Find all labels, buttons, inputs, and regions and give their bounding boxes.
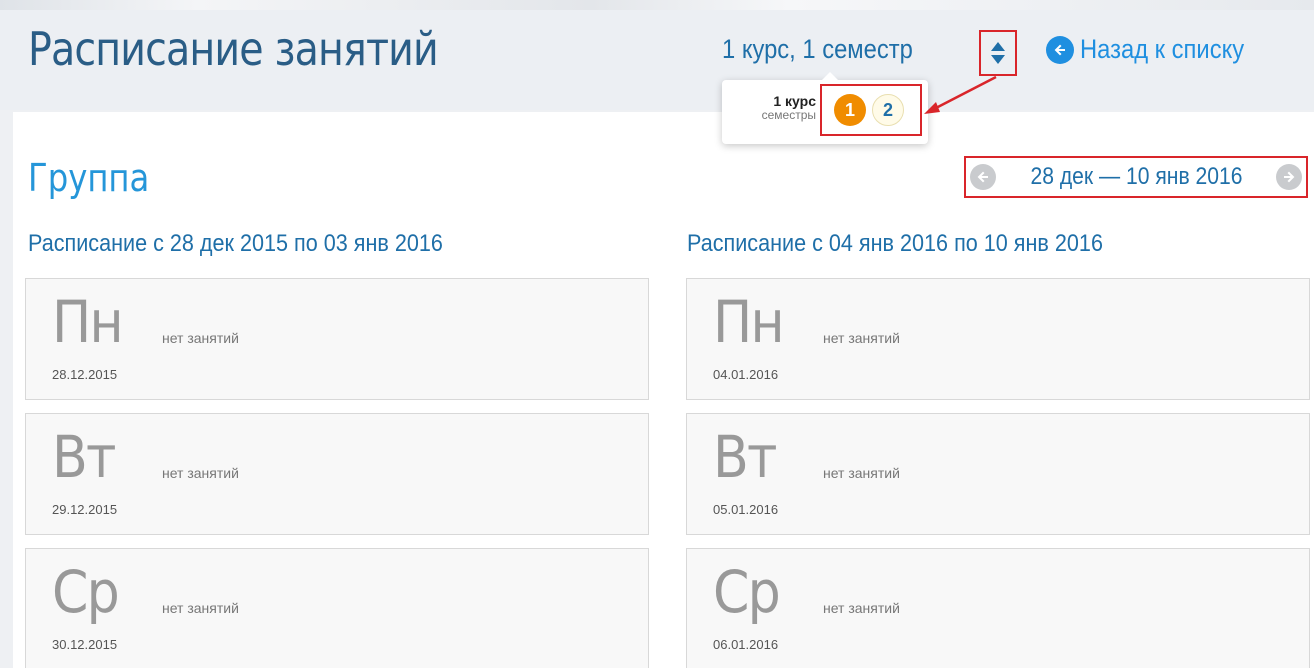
day-card: Вт нет занятий 29.12.2015 <box>25 413 649 535</box>
popover-semesters-label: семестры <box>761 108 816 122</box>
page-header: Расписание занятий 1 курс, 1 семестр Наз… <box>0 0 1314 110</box>
day-date: 29.12.2015 <box>52 502 118 517</box>
semester-2-button[interactable]: 2 <box>872 94 904 126</box>
day-name: Ср <box>713 558 781 626</box>
previous-week-button[interactable] <box>970 164 996 190</box>
back-to-list-label: Назад к списку <box>1080 34 1245 64</box>
day-date: 28.12.2015 <box>52 367 118 382</box>
day-card: Ср нет занятий 06.01.2016 <box>686 548 1310 668</box>
week-navigator: 28 дек — 10 янв 2016 <box>964 156 1308 198</box>
chevron-left-icon <box>977 171 988 183</box>
day-status: нет занятий <box>162 465 239 481</box>
day-name: Пн <box>52 288 124 356</box>
back-to-list-link[interactable]: Назад к списку <box>1046 34 1267 65</box>
day-card: Вт нет занятий 05.01.2016 <box>686 413 1310 535</box>
group-title: Группа <box>28 156 150 200</box>
day-card: Ср нет занятий 30.12.2015 <box>25 548 649 668</box>
course-semester-selector[interactable]: 1 курс, 1 семестр <box>722 34 913 65</box>
day-name: Вт <box>52 423 116 491</box>
week-2-title: Расписание с 04 янв 2016 по 10 янв 2016 <box>687 230 1103 257</box>
day-status: нет занятий <box>823 600 900 616</box>
day-date: 04.01.2016 <box>713 367 779 382</box>
page-title: Расписание занятий <box>28 22 439 76</box>
arrow-left-circle-icon <box>1046 35 1074 64</box>
day-name: Ср <box>52 558 120 626</box>
day-status: нет занятий <box>162 330 239 346</box>
popover-course-label: 1 курс <box>773 93 816 109</box>
chevron-right-icon <box>1283 171 1295 183</box>
day-card: Пн нет занятий 04.01.2016 <box>686 278 1310 400</box>
semester-buttons-group: 1 2 <box>820 84 922 136</box>
day-status: нет занятий <box>823 465 900 481</box>
day-status: нет занятий <box>162 600 239 616</box>
sort-arrows-icon <box>991 42 1005 64</box>
day-name: Пн <box>713 288 785 356</box>
day-date: 06.01.2016 <box>713 637 779 652</box>
semester-toggle-button[interactable] <box>979 30 1017 76</box>
week-range-label: 28 дек — 10 янв 2016 <box>1029 163 1243 190</box>
next-week-button[interactable] <box>1275 164 1302 190</box>
week-1-title: Расписание с 28 дек 2015 по 03 янв 2016 <box>28 230 443 257</box>
day-date: 30.12.2015 <box>52 637 118 652</box>
day-card: Пн нет занятий 28.12.2015 <box>25 278 649 400</box>
day-status: нет занятий <box>823 330 900 346</box>
day-date: 05.01.2016 <box>713 502 779 517</box>
semester-1-button[interactable]: 1 <box>834 94 866 126</box>
day-name: Вт <box>713 423 777 491</box>
